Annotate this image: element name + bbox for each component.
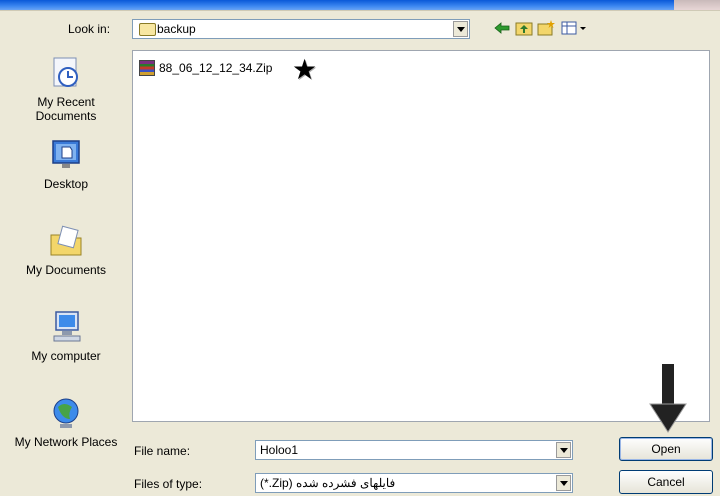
place-desktop[interactable]: Desktop bbox=[8, 137, 124, 191]
open-button[interactable]: Open bbox=[619, 437, 713, 461]
my-computer-icon bbox=[48, 309, 84, 345]
place-label: My computer bbox=[31, 349, 101, 363]
file-list[interactable]: 88_06_12_12_34.Zip bbox=[132, 50, 710, 422]
place-recent-documents[interactable]: My Recent Documents bbox=[8, 55, 124, 123]
zip-archive-icon bbox=[139, 60, 155, 76]
folder-icon bbox=[139, 23, 156, 36]
files-of-type-value: (*.Zip) فایلهای فشرده شده bbox=[260, 476, 396, 490]
files-of-type-dropdown-button[interactable] bbox=[556, 475, 571, 491]
places-bar: My Recent Documents Desktop My Documents… bbox=[8, 45, 124, 485]
place-label: My Documents bbox=[25, 263, 107, 277]
look-in-label: Look in: bbox=[68, 22, 111, 36]
list-item[interactable]: 88_06_12_12_34.Zip bbox=[139, 60, 272, 76]
place-label: Desktop bbox=[43, 177, 89, 191]
desktop-icon bbox=[48, 137, 84, 173]
place-my-documents[interactable]: My Documents bbox=[8, 223, 124, 277]
star-annotation-icon: ★ bbox=[292, 54, 318, 85]
look-in-dropdown-button[interactable] bbox=[453, 21, 468, 37]
title-bar bbox=[0, 0, 720, 11]
place-label: My Network Places bbox=[14, 435, 118, 449]
arrow-down-annotation-icon bbox=[648, 364, 688, 434]
place-my-computer[interactable]: My computer bbox=[8, 309, 124, 363]
files-of-type-label: Files of type: bbox=[134, 477, 203, 491]
cancel-button[interactable]: Cancel bbox=[619, 470, 713, 494]
file-name-combo[interactable]: Holoo1 bbox=[255, 440, 573, 460]
look-in-combo[interactable]: backup bbox=[132, 19, 470, 39]
place-network-places[interactable]: My Network Places bbox=[8, 395, 124, 449]
file-name-input[interactable]: Holoo1 bbox=[260, 443, 298, 457]
network-places-icon bbox=[48, 395, 84, 431]
file-name-label: File name: bbox=[134, 444, 191, 458]
new-folder-icon[interactable] bbox=[536, 18, 556, 38]
view-menu-icon[interactable] bbox=[560, 18, 588, 38]
up-folder-icon[interactable] bbox=[514, 18, 534, 38]
file-name: 88_06_12_12_34.Zip bbox=[159, 61, 273, 75]
look-in-value: backup bbox=[157, 22, 196, 36]
files-of-type-combo[interactable]: (*.Zip) فایلهای فشرده شده bbox=[255, 473, 573, 493]
my-documents-icon bbox=[48, 223, 84, 259]
back-icon[interactable] bbox=[492, 18, 512, 38]
place-label: My Recent Documents bbox=[35, 95, 97, 123]
recent-documents-icon bbox=[48, 55, 84, 91]
file-name-dropdown-button[interactable] bbox=[556, 442, 571, 458]
